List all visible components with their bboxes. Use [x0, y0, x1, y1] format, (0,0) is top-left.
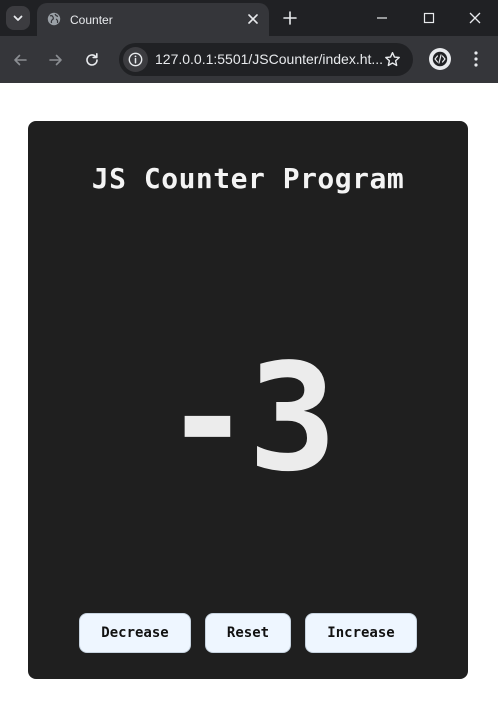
reload-icon [86, 53, 98, 66]
back-button[interactable] [11, 51, 29, 69]
decrease-button[interactable]: Decrease [79, 613, 191, 653]
site-info-button[interactable] [123, 47, 148, 72]
tab-close-icon[interactable] [247, 13, 259, 25]
maximize-button[interactable] [406, 6, 452, 30]
reload-button[interactable] [83, 51, 101, 69]
browser-tab[interactable]: Counter [37, 3, 269, 36]
browser-toolbar: 127.0.0.1:5501/JSCounter/index.ht... [0, 36, 498, 83]
address-bar[interactable]: 127.0.0.1:5501/JSCounter/index.ht... [119, 43, 413, 76]
tab-bar: Counter [0, 0, 498, 36]
chevron-down-icon [13, 15, 23, 21]
info-icon [128, 52, 143, 67]
page-title: JS Counter Program [91, 162, 405, 195]
increase-button[interactable]: Increase [305, 613, 417, 653]
counter-card: JS Counter Program -3 Decrease Reset Inc… [28, 121, 468, 679]
minimize-button[interactable] [359, 6, 405, 30]
globe-icon [47, 12, 61, 26]
reset-button[interactable]: Reset [205, 613, 291, 653]
arrow-right-icon [49, 54, 62, 66]
star-icon[interactable] [384, 51, 401, 68]
counter-value: -3 [162, 332, 337, 504]
tab-title: Counter [70, 13, 113, 27]
forward-button[interactable] [47, 51, 65, 69]
close-window-button[interactable] [452, 6, 498, 30]
close-icon [469, 12, 481, 24]
more-vertical-icon[interactable] [468, 50, 484, 68]
maximize-icon [423, 12, 435, 24]
code-icon [432, 51, 448, 67]
tab-search-button[interactable] [6, 6, 30, 30]
arrow-left-icon [14, 54, 27, 66]
extension-button[interactable] [429, 48, 451, 70]
plus-icon[interactable] [282, 10, 298, 26]
minimize-icon [377, 17, 387, 19]
url-text: 127.0.0.1:5501/JSCounter/index.ht... [155, 51, 384, 67]
